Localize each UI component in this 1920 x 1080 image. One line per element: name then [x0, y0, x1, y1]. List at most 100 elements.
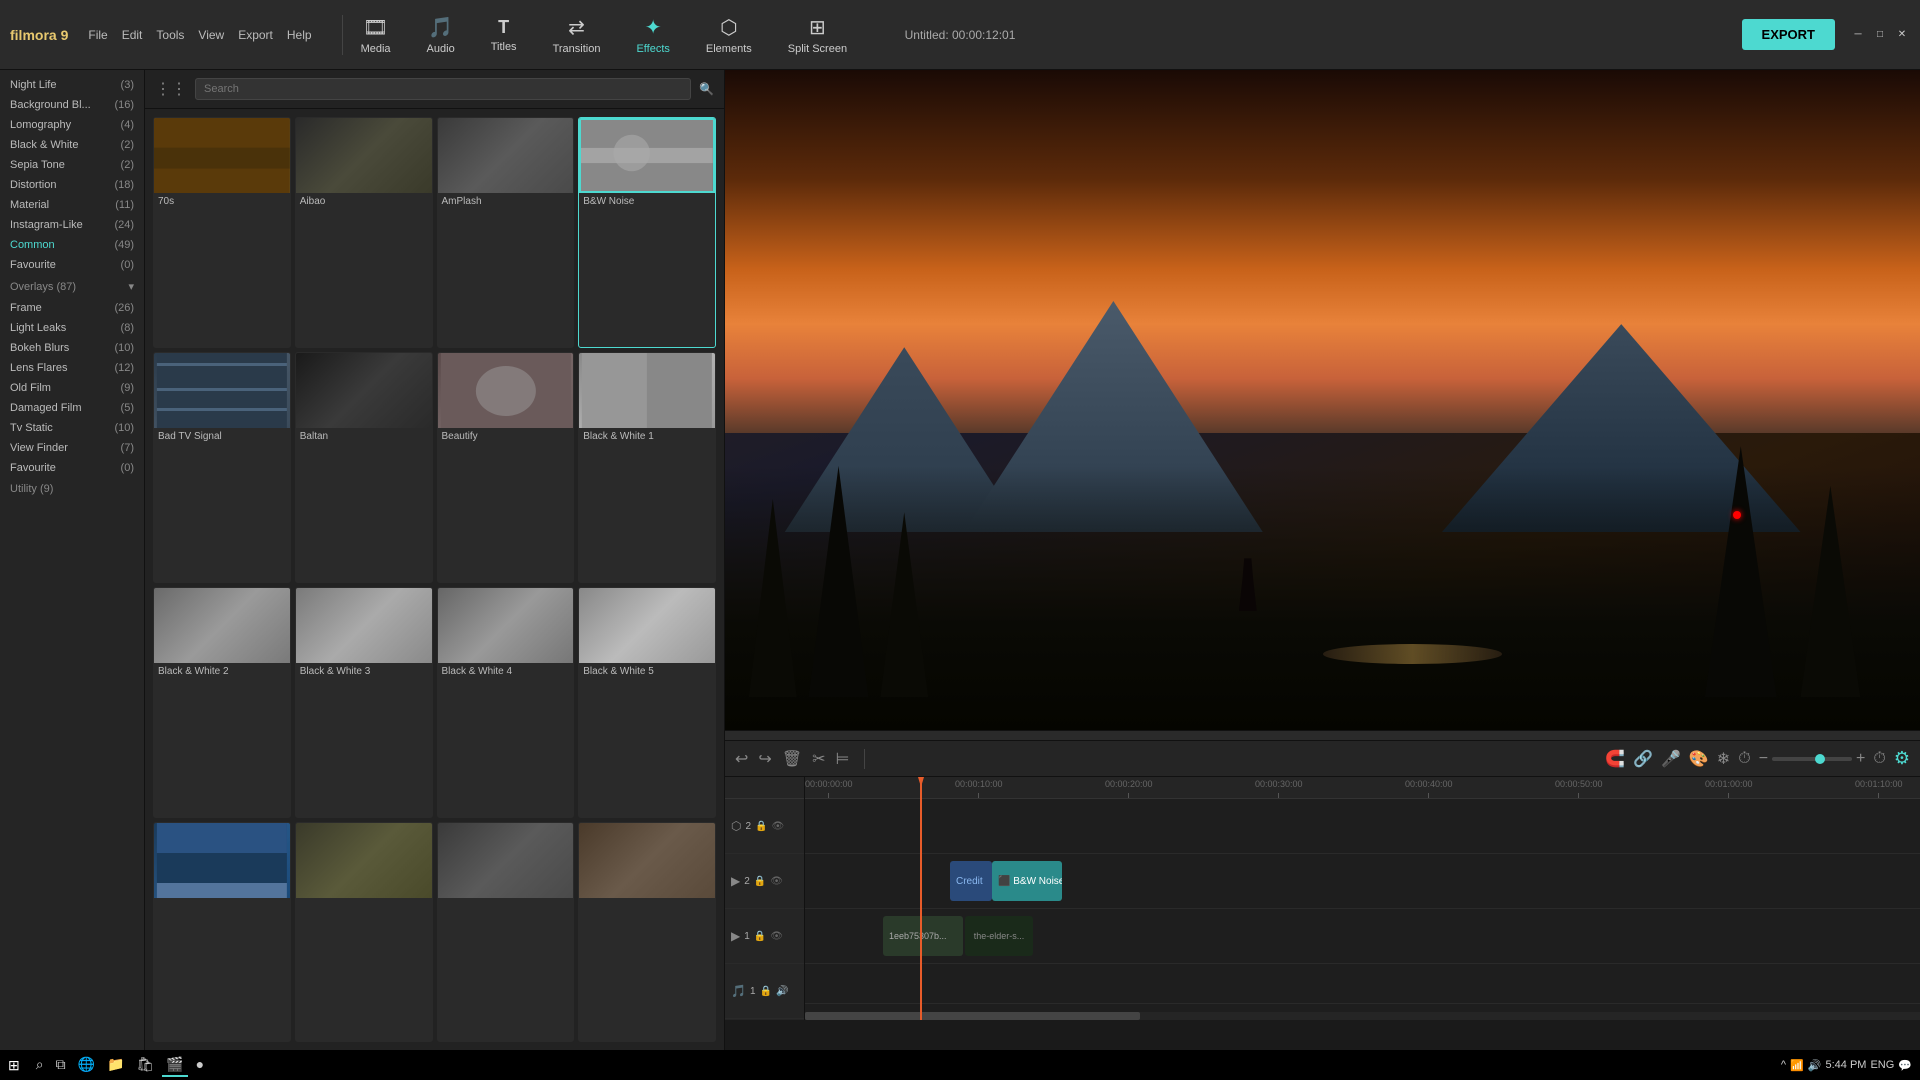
menu-edit[interactable]: Edit — [122, 28, 143, 42]
sidebar-distortion[interactable]: Distortion (18) — [0, 175, 144, 195]
clip-video1[interactable]: 1eeb75307b... — [883, 916, 963, 956]
zoom-track[interactable] — [1772, 757, 1852, 761]
toolbar-elements[interactable]: ⬡ Elements — [698, 11, 760, 59]
speed-button[interactable]: ⏱ — [1738, 750, 1750, 768]
clip-bwnoise[interactable]: ⬛ B&W Noise — [992, 861, 1062, 901]
toolbar-split-screen[interactable]: ⊞ Split Screen — [780, 11, 855, 59]
toolbar-titles[interactable]: T Titles — [483, 13, 525, 57]
effect-aibao[interactable]: Aibao — [295, 117, 433, 348]
fit-to-window-button[interactable]: ⏱ — [1873, 750, 1885, 768]
effect-row4a[interactable] — [153, 822, 291, 1042]
effect-bw5[interactable]: Black & White 5 — [578, 587, 716, 818]
toolbar-audio[interactable]: 🎵 Audio — [419, 11, 463, 59]
effect-bw1[interactable]: Black & White 1 — [578, 352, 716, 583]
sidebar-overlay-favourite[interactable]: Favourite (0) — [0, 458, 144, 478]
sidebar-overlays-header[interactable]: Overlays (87) ▾ — [0, 275, 144, 298]
taskbar-notification-icon[interactable]: 💬 — [1898, 1059, 1912, 1072]
timeline-scrollbar-thumb[interactable] — [805, 1012, 1140, 1020]
undo-button[interactable]: ↩ — [735, 749, 748, 769]
track-3-vis-icon[interactable]: 👁 — [772, 821, 785, 832]
timeline-scrollbar[interactable] — [805, 1012, 1920, 1020]
zoom-handle[interactable] — [1815, 754, 1825, 764]
search-icon[interactable]: 🔍 — [699, 82, 714, 96]
toolbar-transition[interactable]: ⇄ Transition — [545, 11, 609, 59]
sidebar-sepia-tone[interactable]: Sepia Tone (2) — [0, 155, 144, 175]
track-audio-vol-icon[interactable]: 🔊 — [776, 986, 788, 997]
snap-button[interactable]: 🧲 — [1605, 749, 1625, 769]
freeze-frame-button[interactable]: ❄ — [1717, 749, 1730, 769]
sidebar-damaged-film[interactable]: Damaged Film (5) — [0, 398, 144, 418]
link-button[interactable]: 🔗 — [1633, 749, 1653, 769]
sidebar-black-white[interactable]: Black & White (2) — [0, 135, 144, 155]
track-2-vis-icon[interactable]: 👁 — [770, 876, 783, 887]
taskbar-file-explorer-icon[interactable]: 📁 — [103, 1054, 128, 1077]
sidebar-frame[interactable]: Frame (26) — [0, 298, 144, 318]
minimize-button[interactable]: ─ — [1850, 27, 1866, 43]
track-1-lock-icon[interactable]: 🔒 — [754, 931, 766, 942]
effect-bw4[interactable]: Black & White 4 — [437, 587, 575, 818]
taskbar-search-icon[interactable]: ⌕ — [32, 1054, 48, 1077]
menu-help[interactable]: Help — [287, 28, 312, 42]
sidebar-light-leaks[interactable]: Light Leaks (8) — [0, 318, 144, 338]
export-button[interactable]: EXPORT — [1742, 19, 1835, 50]
sidebar-common[interactable]: Common (49) — [0, 235, 144, 255]
sidebar-old-film[interactable]: Old Film (9) — [0, 378, 144, 398]
zoom-in-icon[interactable]: + — [1856, 750, 1865, 768]
sidebar-utility-header[interactable]: Utility (9) — [0, 478, 144, 500]
taskbar-store-icon[interactable]: 🛍 — [132, 1054, 158, 1077]
effect-row4c[interactable] — [437, 822, 575, 1042]
effect-badtv[interactable]: Bad TV Signal — [153, 352, 291, 583]
taskbar-volume-icon[interactable]: 🔊 — [1808, 1059, 1822, 1072]
track-3-lock-icon[interactable]: 🔒 — [755, 821, 767, 832]
track-2-lock-icon[interactable]: 🔒 — [754, 876, 766, 887]
track-1-vis-icon[interactable]: 👁 — [770, 931, 783, 942]
sidebar-night-life[interactable]: Night Life (3) — [0, 75, 144, 95]
sidebar-instagram-like[interactable]: Instagram-Like (24) — [0, 215, 144, 235]
sidebar-background-bl[interactable]: Background Bl... (16) — [0, 95, 144, 115]
clip-credit[interactable]: Credit — [950, 861, 992, 901]
close-button[interactable]: ✕ — [1894, 27, 1910, 43]
maximize-button[interactable]: □ — [1872, 27, 1888, 43]
effect-bwnoise[interactable]: B&W Noise — [578, 117, 716, 348]
effect-bw3[interactable]: Black & White 3 — [295, 587, 433, 818]
taskbar-filmora-icon[interactable]: 🎬 — [162, 1054, 187, 1077]
sidebar-view-finder[interactable]: View Finder (7) — [0, 438, 144, 458]
menu-file[interactable]: File — [88, 28, 107, 42]
color-match-button[interactable]: 🎨 — [1689, 749, 1709, 769]
effect-amplash[interactable]: AmPlash — [437, 117, 575, 348]
zoom-out-icon[interactable]: − — [1759, 750, 1768, 768]
effect-bw2[interactable]: Black & White 2 — [153, 587, 291, 818]
sidebar-favourite[interactable]: Favourite (0) — [0, 255, 144, 275]
effect-baltan[interactable]: Baltan — [295, 352, 433, 583]
sidebar-tv-static[interactable]: Tv Static (10) — [0, 418, 144, 438]
taskbar-edge-icon[interactable]: 🌐 — [74, 1054, 99, 1077]
taskbar-chrome-icon[interactable]: ● — [192, 1054, 208, 1077]
sidebar-lens-flares[interactable]: Lens Flares (12) — [0, 358, 144, 378]
cut-button[interactable]: ✂ — [812, 749, 825, 769]
sidebar-lomography[interactable]: Lomography (4) — [0, 115, 144, 135]
effect-beautify[interactable]: Beautify — [437, 352, 575, 583]
taskbar-network-icon[interactable]: 📶 — [1790, 1059, 1804, 1072]
redo-button[interactable]: ↪ — [758, 749, 771, 769]
menu-view[interactable]: View — [198, 28, 224, 42]
effect-row4b[interactable] — [295, 822, 433, 1042]
split-button[interactable]: ⊨ — [836, 749, 850, 769]
taskbar-chevron-icon[interactable]: ^ — [1781, 1059, 1786, 1071]
taskbar-task-view-icon[interactable]: ⧉ — [52, 1054, 70, 1077]
grid-toggle-icon[interactable]: ⋮⋮ — [155, 79, 187, 99]
taskbar-start-button[interactable]: ⊞ — [8, 1057, 20, 1074]
menu-export[interactable]: Export — [238, 28, 273, 42]
effect-row4d[interactable] — [578, 822, 716, 1042]
toolbar-media[interactable]: 🎞 Media — [353, 11, 399, 59]
sidebar-bokeh-blurs[interactable]: Bokeh Blurs (10) — [0, 338, 144, 358]
timeline-settings-button[interactable]: ⚙ — [1894, 748, 1910, 769]
audio-detach-button[interactable]: 🎤 — [1661, 749, 1681, 769]
effects-search-input[interactable] — [195, 78, 691, 100]
sidebar-material[interactable]: Material (11) — [0, 195, 144, 215]
clip-video2[interactable]: the-elder-s... — [965, 916, 1033, 956]
delete-button[interactable]: 🗑 — [782, 749, 802, 769]
effect-70s[interactable]: 70s — [153, 117, 291, 348]
menu-tools[interactable]: Tools — [156, 28, 184, 42]
toolbar-effects[interactable]: ✦ Effects — [628, 11, 677, 59]
track-audio-lock-icon[interactable]: 🔒 — [760, 986, 772, 997]
